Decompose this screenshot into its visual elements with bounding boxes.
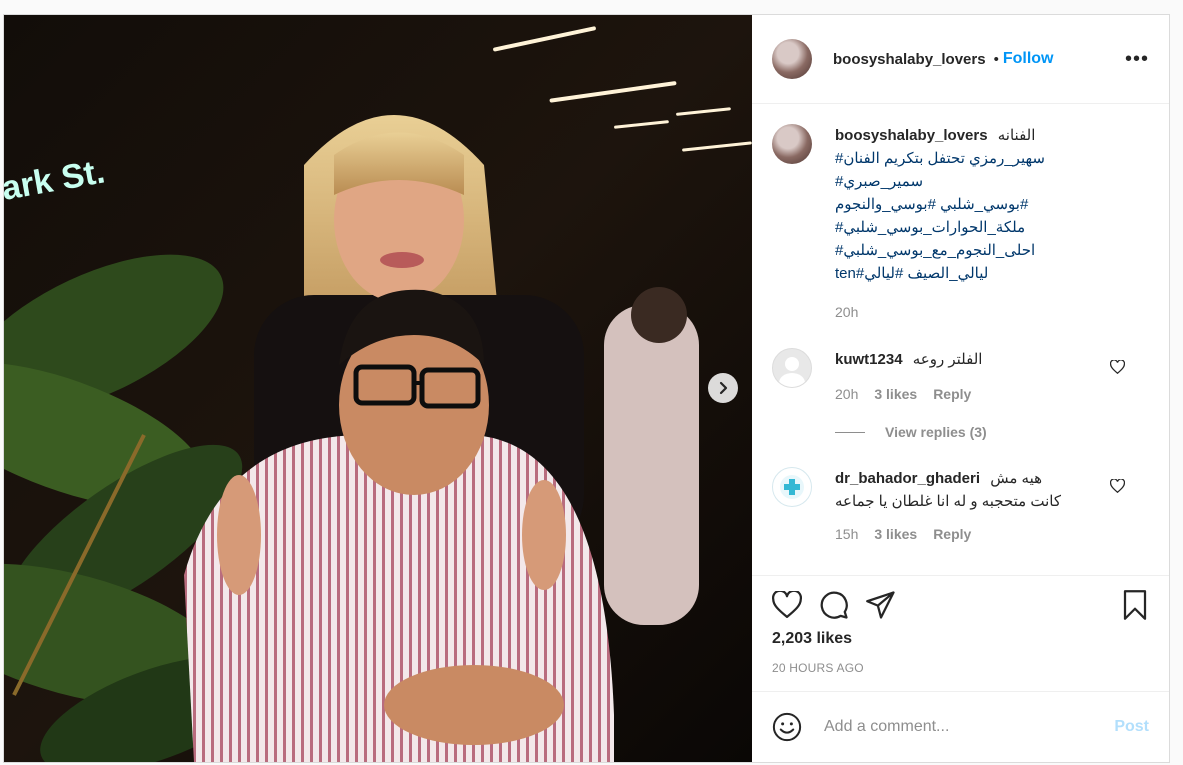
comment-likes[interactable]: 3 likes [874,383,917,406]
default-avatar[interactable] [772,348,812,388]
comment-input[interactable] [822,716,1115,737]
hashtag-line[interactable]: #احلى_النجوم_مع_بوسي_شلبي [835,239,1149,262]
view-replies-label[interactable]: View replies (3) [885,424,987,440]
hashtag-line[interactable]: #ملكة_الحوارات_بوسي_شلبي [835,216,1149,239]
caption-avatar[interactable] [772,124,812,164]
comment-username[interactable]: dr_bahador_ghaderi [835,470,980,487]
avatar[interactable] [772,39,812,79]
comment-item: kuwt1234 الفلتر روعه 20h 3 likes Reply [772,348,1149,406]
comment-text: الفلتر روعه [912,351,983,368]
bookmark-icon[interactable] [1121,590,1149,620]
more-options-icon[interactable]: ••• [1125,49,1149,69]
caption-username[interactable]: boosyshalaby_lovers [835,127,988,144]
caption-hashtags: #سهير_رمزي تحتفل بتكريم الفنان #سمير_صبر… [835,147,1149,285]
header-username[interactable]: boosyshalaby_lovers [833,51,986,68]
photo-illustration: ark St. [4,15,752,762]
post-header: boosyshalaby_lovers • Follow ••• [752,15,1169,104]
header-separator: • [993,50,999,68]
hashtag-line[interactable]: #سمير_صبري [835,170,1149,193]
post-button[interactable]: Post [1114,718,1149,736]
caption-lead-text: الفنانه [997,127,1036,144]
comments-section[interactable]: boosyshalaby_lovers الفنانه #سهير_رمزي ت… [752,104,1169,575]
heart-icon[interactable] [1110,360,1125,374]
reply-button[interactable]: Reply [933,523,971,546]
follow-button[interactable]: Follow [1003,50,1054,68]
hashtag-line[interactable]: بوسي_شلبي #بوسي_والنجوم# [835,193,1149,216]
caption: boosyshalaby_lovers الفنانه #سهير_رمزي ت… [772,124,1149,324]
medical-cross-icon [780,475,804,499]
post-sidebar: boosyshalaby_lovers • Follow ••• boosysh… [752,15,1169,762]
add-comment-bar: Post [752,691,1169,761]
hashtag-line[interactable]: ten#ليالي_الصيف #ليالي [835,262,1149,285]
doctor-avatar[interactable] [772,467,812,507]
post-photo[interactable]: ark St. [4,15,752,762]
hashtag-line[interactable]: #سهير_رمزي تحتفل بتكريم الفنان [835,147,1149,170]
next-photo-button[interactable] [708,373,738,403]
post-timestamp[interactable]: 20 HOURS AGO [772,661,1149,675]
background-person [604,305,699,625]
chevron-right-icon [719,381,728,395]
comment-likes[interactable]: 3 likes [874,523,917,546]
heart-icon[interactable] [1110,479,1125,493]
comment-time: 15h [835,526,859,542]
view-replies-button[interactable]: View replies (3) [835,424,1149,440]
send-icon[interactable] [866,591,896,619]
comment-icon[interactable] [819,590,849,620]
comment-text: هيه مش [990,470,1043,487]
divider [835,431,865,433]
comment-text: كانت متحجبه و له انا غلطان يا جماعه [835,493,1062,510]
heart-icon[interactable] [772,591,802,619]
comment-time: 20h [835,386,859,402]
comment-item: dr_bahador_ghaderi هيه مش كانت متحجبه و … [772,467,1149,546]
likes-count[interactable]: 2,203 likes [772,630,1149,648]
smiley-icon[interactable] [772,712,802,742]
comment-username[interactable]: kuwt1234 [835,351,903,368]
reply-button[interactable]: Reply [933,383,971,406]
caption-time: 20h [835,304,859,320]
instagram-post: ark St. boosyshalaby_lovers • Follow •••… [3,14,1170,763]
action-bar: 2,203 likes 20 HOURS AGO [752,575,1169,691]
